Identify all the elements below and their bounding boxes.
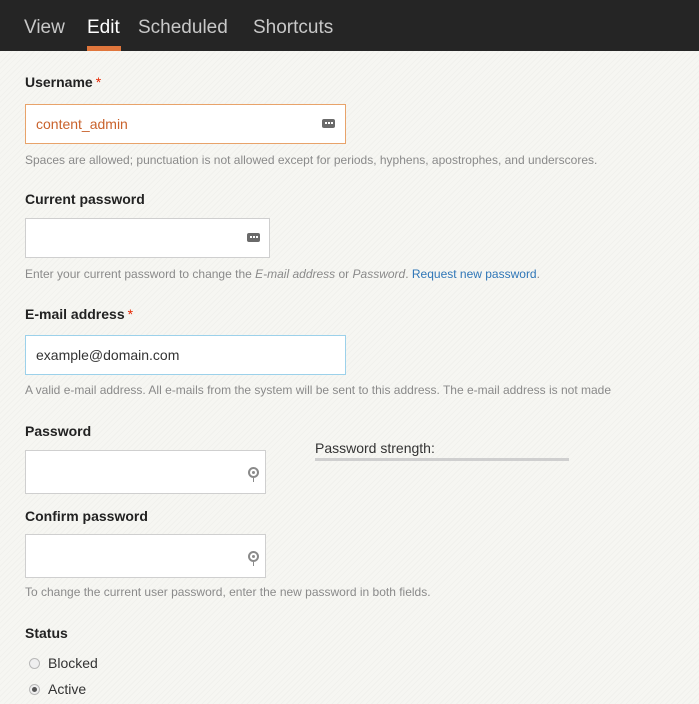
- desc-end: .: [536, 267, 540, 281]
- username-label: Username *: [25, 74, 101, 90]
- email-value: example@domain.com: [36, 347, 180, 363]
- status-label: Status: [25, 625, 68, 641]
- password-manager-icon[interactable]: [322, 119, 335, 128]
- status-blocked-radio[interactable]: [29, 658, 40, 669]
- email-description: A valid e-mail address. All e-mails from…: [25, 383, 612, 397]
- password-visibility-icon[interactable]: [248, 467, 259, 482]
- confirm-password-field[interactable]: [25, 534, 266, 578]
- current-password-label: Current password: [25, 191, 145, 207]
- desc-or: or: [335, 267, 353, 281]
- username-label-text: Username: [25, 74, 93, 90]
- current-password-field[interactable]: [25, 218, 270, 258]
- username-description: Spaces are allowed; punctuation is not a…: [25, 153, 598, 167]
- status-active-radio[interactable]: [29, 684, 40, 695]
- password-label: Password: [25, 423, 92, 439]
- username-field[interactable]: content_admin: [25, 104, 346, 144]
- email-label: E-mail address *: [25, 306, 133, 322]
- request-new-password-link[interactable]: Request new password: [412, 267, 537, 281]
- desc-prefix: Enter your current password to change th…: [25, 267, 256, 281]
- current-password-description: Enter your current password to change th…: [25, 267, 540, 281]
- confirm-password-label: Confirm password: [25, 508, 148, 524]
- status-active-label[interactable]: Active: [48, 681, 86, 697]
- tab-scheduled[interactable]: Scheduled: [138, 17, 228, 39]
- active-tab-indicator: [87, 46, 121, 51]
- required-marker: *: [95, 74, 102, 90]
- email-label-text: E-mail address: [25, 306, 125, 322]
- desc-email-term: E-mail address: [255, 267, 336, 281]
- tab-view[interactable]: View: [24, 17, 65, 39]
- desc-password-term: Password: [352, 267, 406, 281]
- password-strength-label: Password strength:: [315, 440, 435, 456]
- password-strength-bar: [315, 458, 569, 461]
- desc-period: .: [405, 267, 412, 281]
- tab-shortcuts[interactable]: Shortcuts: [253, 17, 333, 39]
- email-field[interactable]: example@domain.com: [25, 335, 346, 375]
- password-visibility-icon[interactable]: [248, 551, 259, 566]
- password-manager-icon[interactable]: [247, 233, 260, 242]
- tab-bar: View Edit Scheduled Shortcuts: [0, 0, 699, 51]
- password-field[interactable]: [25, 450, 266, 494]
- username-value: content_admin: [36, 116, 128, 132]
- tab-edit[interactable]: Edit: [87, 17, 120, 39]
- required-marker: *: [127, 306, 134, 322]
- confirm-password-description: To change the current user password, ent…: [25, 585, 431, 599]
- status-blocked-label[interactable]: Blocked: [48, 655, 98, 671]
